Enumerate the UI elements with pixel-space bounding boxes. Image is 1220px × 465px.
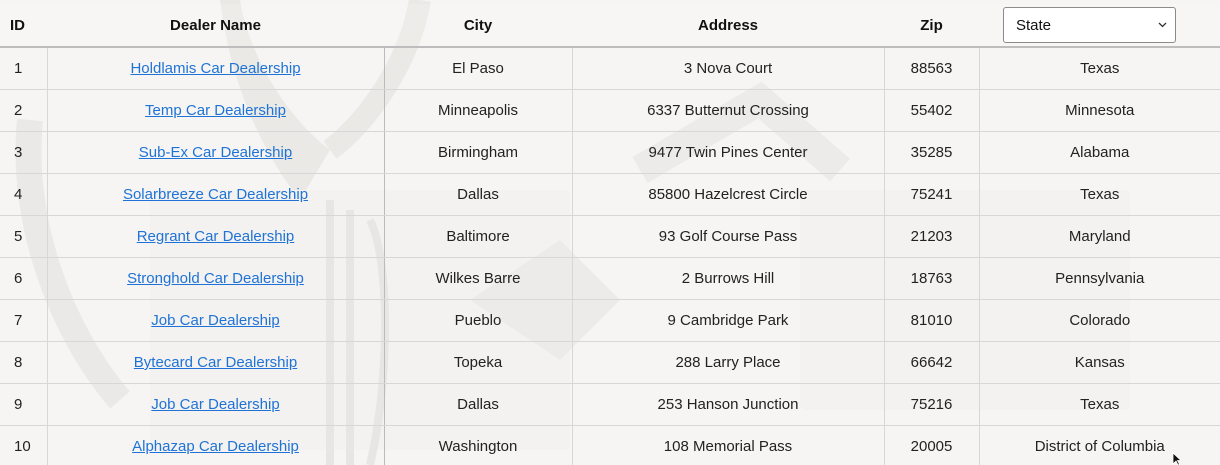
- cell-state: District of Columbia: [979, 425, 1220, 465]
- table-row: 3 Sub-Ex Car Dealership Birmingham 9477 …: [0, 131, 1220, 174]
- cell-id: 10: [0, 425, 48, 465]
- cell-dealer-name: Job Car Dealership: [47, 383, 385, 426]
- cell-state: Alabama: [979, 131, 1220, 174]
- cell-dealer-name: Holdlamis Car Dealership: [47, 47, 385, 90]
- cell-city: Wilkes Barre: [384, 257, 573, 300]
- table-row: 1 Holdlamis Car Dealership El Paso 3 Nov…: [0, 47, 1220, 90]
- cell-state: Maryland: [979, 215, 1220, 258]
- cell-address: 253 Hanson Junction: [572, 383, 884, 426]
- header-address: Address: [572, 4, 884, 48]
- cell-dealer-name: Bytecard Car Dealership: [47, 341, 385, 384]
- header-zip: Zip: [884, 4, 979, 48]
- cell-id: 4: [0, 173, 48, 216]
- cell-city: Dallas: [384, 383, 573, 426]
- dealer-link[interactable]: Sub-Ex Car Dealership: [139, 144, 292, 161]
- cell-id: 1: [0, 47, 48, 90]
- chevron-down-icon: [1158, 20, 1167, 31]
- cell-zip: 81010: [883, 299, 980, 342]
- cell-state: Minnesota: [979, 89, 1220, 132]
- cell-city: Birmingham: [384, 131, 573, 174]
- cell-id: 6: [0, 257, 48, 300]
- cell-city: Washington: [384, 425, 573, 465]
- state-filter-select[interactable]: State: [1003, 7, 1176, 43]
- cell-dealer-name: Regrant Car Dealership: [47, 215, 385, 258]
- cell-state: Texas: [979, 47, 1220, 90]
- cell-id: 7: [0, 299, 48, 342]
- cell-state: Texas: [979, 173, 1220, 216]
- cell-city: El Paso: [384, 47, 573, 90]
- table-row: 8 Bytecard Car Dealership Topeka 288 Lar…: [0, 341, 1220, 384]
- dealer-page: ID Dealer Name City Address Zip State 1: [0, 0, 1220, 465]
- cell-city: Pueblo: [384, 299, 573, 342]
- cell-zip: 75241: [883, 173, 980, 216]
- table-row: 9 Job Car Dealership Dallas 253 Hanson J…: [0, 383, 1220, 426]
- cell-city: Topeka: [384, 341, 573, 384]
- header-state: State: [979, 4, 1220, 48]
- table-row: 7 Job Car Dealership Pueblo 9 Cambridge …: [0, 299, 1220, 342]
- cell-state: Pennsylvania: [979, 257, 1220, 300]
- mouse-cursor-icon: [1172, 452, 1182, 465]
- dealer-link[interactable]: Bytecard Car Dealership: [134, 354, 297, 371]
- dealer-link[interactable]: Temp Car Dealership: [145, 102, 286, 119]
- cell-address: 3 Nova Court: [572, 47, 884, 90]
- header-dealer-name: Dealer Name: [47, 4, 384, 48]
- dealer-link[interactable]: Stronghold Car Dealership: [127, 270, 304, 287]
- table-row: 2 Temp Car Dealership Minneapolis 6337 B…: [0, 89, 1220, 132]
- cell-address: 108 Memorial Pass: [572, 425, 884, 465]
- cell-zip: 35285: [883, 131, 980, 174]
- cell-address: 9477 Twin Pines Center: [572, 131, 884, 174]
- cell-id: 8: [0, 341, 48, 384]
- cell-address: 85800 Hazelcrest Circle: [572, 173, 884, 216]
- cell-zip: 20005: [883, 425, 980, 465]
- dealers-table: ID Dealer Name City Address Zip State 1: [0, 4, 1220, 465]
- cell-dealer-name: Temp Car Dealership: [47, 89, 385, 132]
- cell-address: 9 Cambridge Park: [572, 299, 884, 342]
- cell-id: 3: [0, 131, 48, 174]
- cell-address: 93 Golf Course Pass: [572, 215, 884, 258]
- table-row: 5 Regrant Car Dealership Baltimore 93 Go…: [0, 215, 1220, 258]
- dealer-link[interactable]: Alphazap Car Dealership: [132, 438, 299, 455]
- cell-state: Texas: [979, 383, 1220, 426]
- cell-city: Dallas: [384, 173, 573, 216]
- table-row: 4 Solarbreeze Car Dealership Dallas 8580…: [0, 173, 1220, 216]
- dealer-link[interactable]: Job Car Dealership: [151, 312, 279, 329]
- cell-dealer-name: Alphazap Car Dealership: [47, 425, 385, 465]
- cell-address: 288 Larry Place: [572, 341, 884, 384]
- cell-id: 2: [0, 89, 48, 132]
- dealer-link[interactable]: Holdlamis Car Dealership: [130, 60, 300, 77]
- cell-zip: 18763: [883, 257, 980, 300]
- table-row: 6 Stronghold Car Dealership Wilkes Barre…: [0, 257, 1220, 300]
- cell-state: Kansas: [979, 341, 1220, 384]
- dealer-link[interactable]: Solarbreeze Car Dealership: [123, 186, 308, 203]
- cell-city: Baltimore: [384, 215, 573, 258]
- dealer-link[interactable]: Regrant Car Dealership: [137, 228, 295, 245]
- table-header-row: ID Dealer Name City Address Zip State: [0, 4, 1220, 48]
- cell-address: 2 Burrows Hill: [572, 257, 884, 300]
- cell-city: Minneapolis: [384, 89, 573, 132]
- cell-dealer-name: Stronghold Car Dealership: [47, 257, 385, 300]
- cell-dealer-name: Sub-Ex Car Dealership: [47, 131, 385, 174]
- header-id: ID: [0, 4, 47, 48]
- cell-zip: 88563: [883, 47, 980, 90]
- cell-zip: 55402: [883, 89, 980, 132]
- cell-zip: 21203: [883, 215, 980, 258]
- table-row: 10 Alphazap Car Dealership Washington 10…: [0, 425, 1220, 465]
- cell-id: 9: [0, 383, 48, 426]
- cell-dealer-name: Job Car Dealership: [47, 299, 385, 342]
- cell-zip: 75216: [883, 383, 980, 426]
- cell-address: 6337 Butternut Crossing: [572, 89, 884, 132]
- dealer-link[interactable]: Job Car Dealership: [151, 396, 279, 413]
- cell-zip: 66642: [883, 341, 980, 384]
- cell-dealer-name: Solarbreeze Car Dealership: [47, 173, 385, 216]
- cell-id: 5: [0, 215, 48, 258]
- cell-state: Colorado: [979, 299, 1220, 342]
- state-filter-value: State: [1016, 16, 1052, 34]
- header-city: City: [384, 4, 572, 48]
